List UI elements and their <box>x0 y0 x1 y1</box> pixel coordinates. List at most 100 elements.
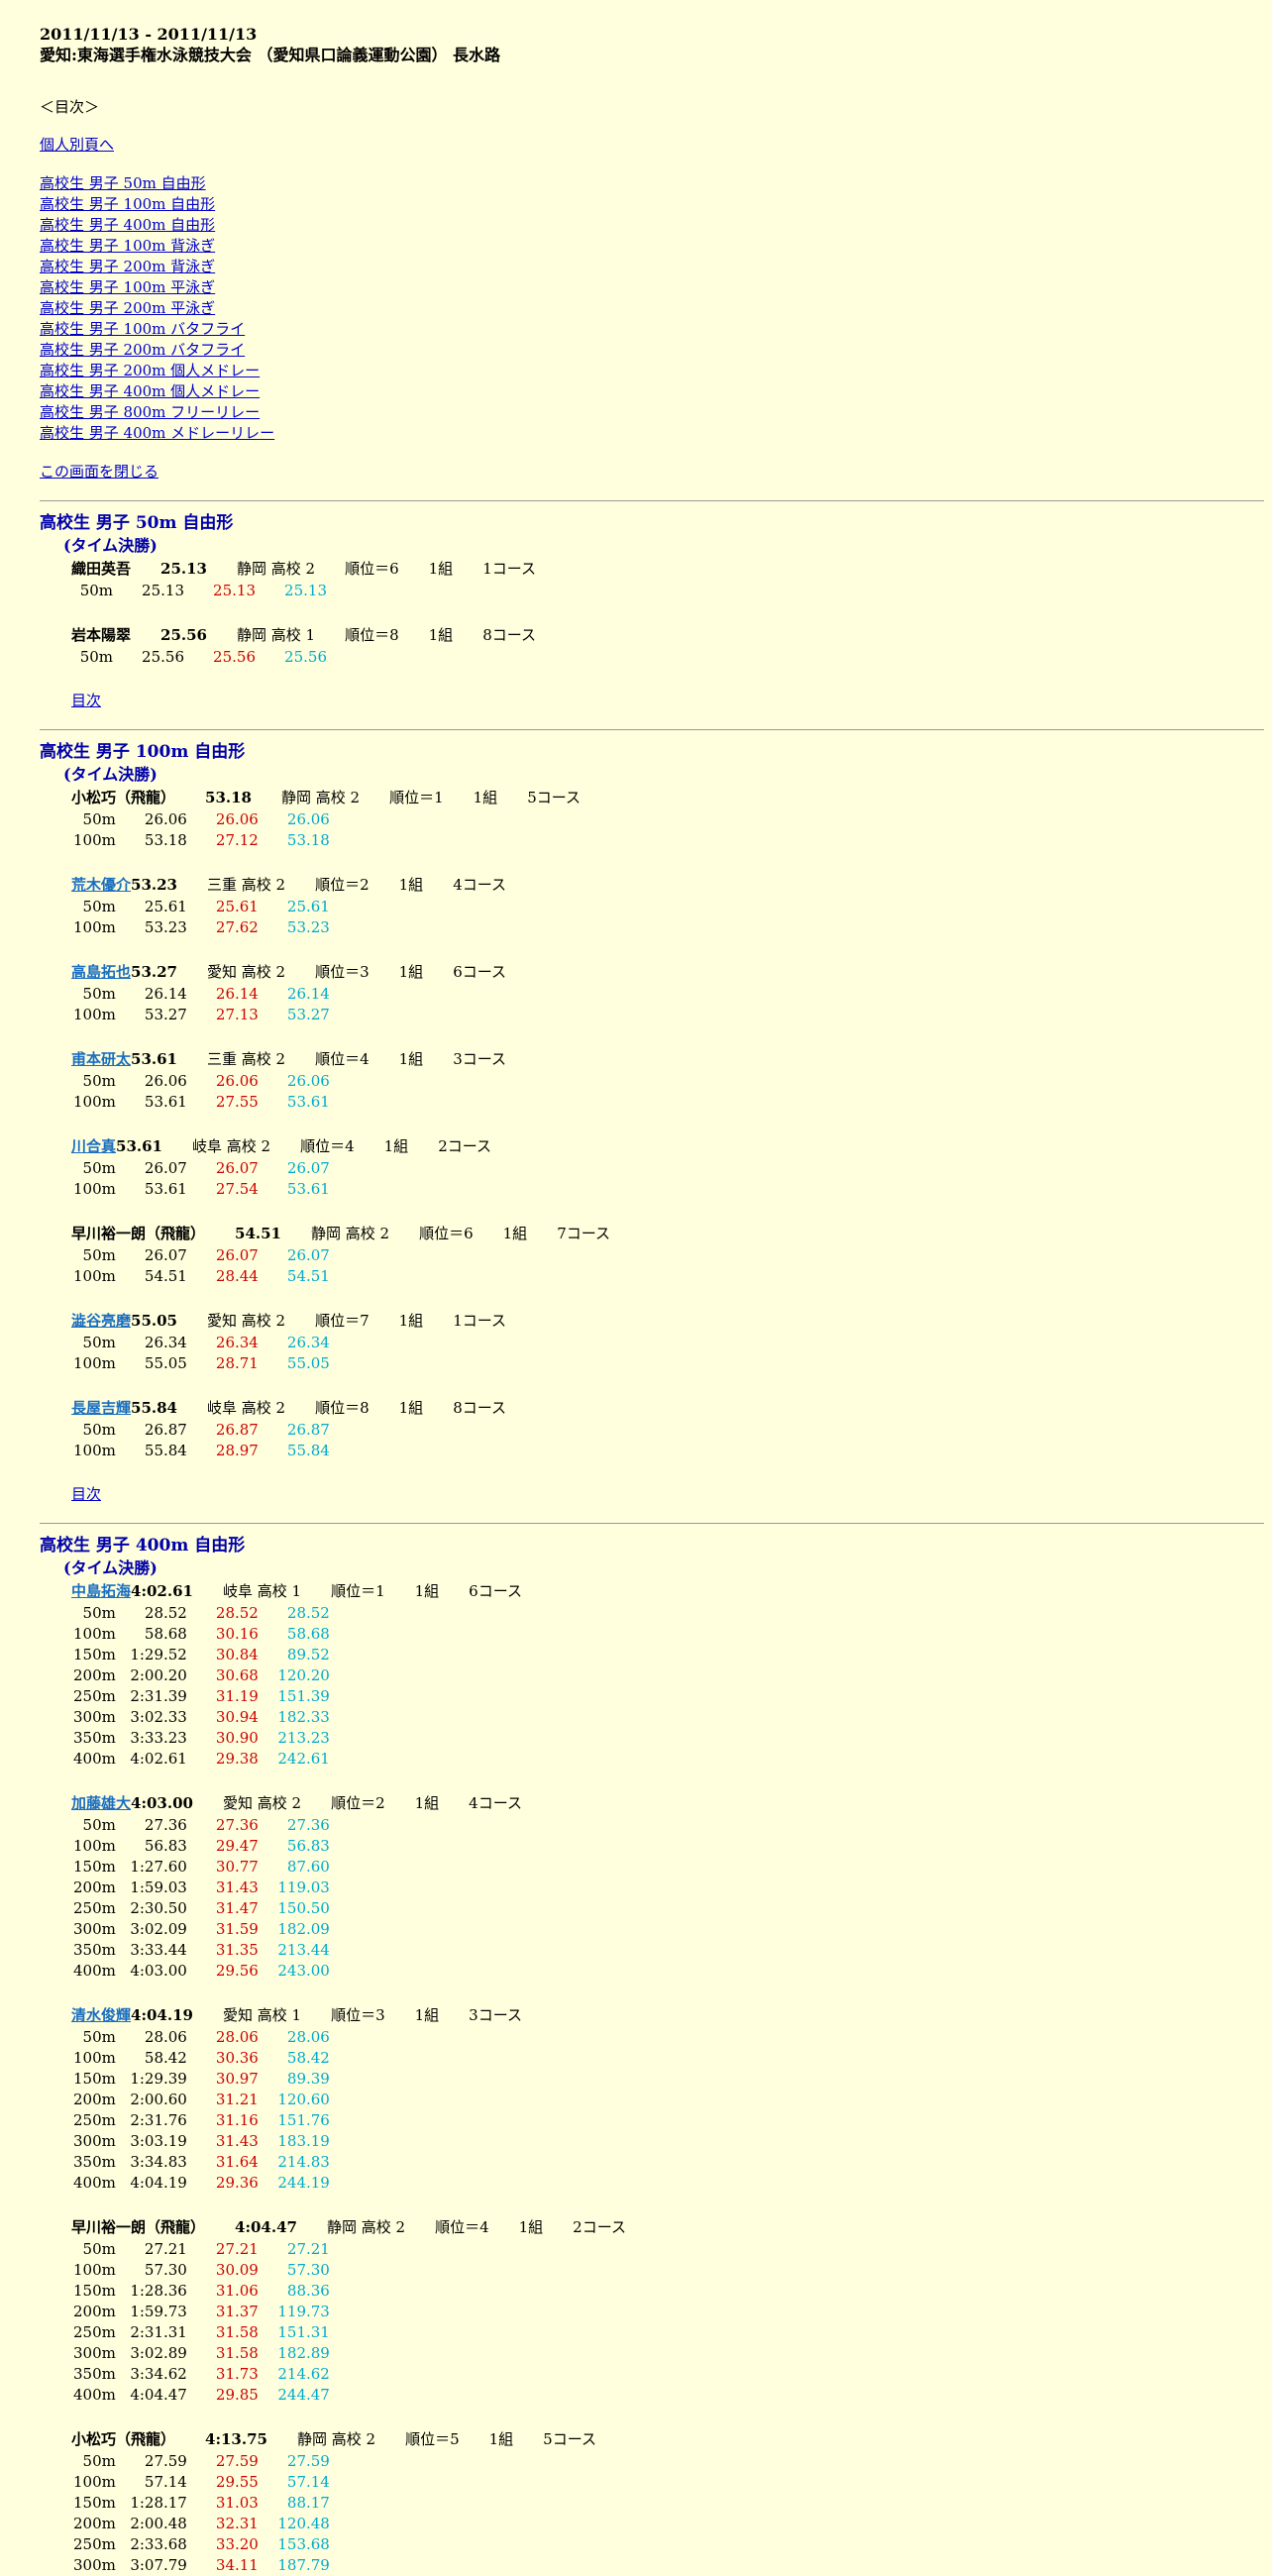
swimmer-info: 織田英吾 25.13 静岡 高校 2 順位＝6 1組 1コース <box>71 557 1262 581</box>
heat: 1組 <box>398 1312 424 1330</box>
toc-event-link[interactable]: 高校生 男子 400m 個人メドレー <box>40 381 1262 402</box>
lane: 4コース <box>469 1794 522 1812</box>
toc-event-link[interactable]: 高校生 男子 200m バタフライ <box>40 340 1262 361</box>
swimmer-name[interactable]: 高島拓也 <box>71 963 131 981</box>
split-distance: 150m <box>73 2070 116 2088</box>
split-time: 27.59 <box>144 2452 187 2470</box>
split-distance: 200m <box>73 1878 116 1896</box>
swimmer-name[interactable]: 荒木優介 <box>71 876 131 894</box>
split-row: 200m 1:59.73 31.37 119.73 <box>73 2302 330 2322</box>
split-time: 2:31.76 <box>130 2111 187 2129</box>
rank: 順位＝6 <box>419 1225 474 1242</box>
toc-event-link[interactable]: 高校生 男子 200m 平泳ぎ <box>40 298 1262 319</box>
toc-event-link[interactable]: 高校生 男子 100m バタフライ <box>40 319 1262 340</box>
split-distance: 250m <box>73 2323 116 2341</box>
individual-page-link[interactable]: 個人別頁へ <box>40 135 1262 156</box>
toc-event-link[interactable]: 高校生 男子 200m 背泳ぎ <box>40 257 1262 277</box>
split-distance: 350m <box>73 1729 116 1747</box>
toc-event-link[interactable]: 高校生 男子 100m 平泳ぎ <box>40 277 1262 298</box>
lap-time: 25.56 <box>213 648 256 666</box>
cumulative-seconds: 53.61 <box>286 1093 330 1111</box>
toc-event-link[interactable]: 高校生 男子 100m 自由形 <box>40 194 1262 215</box>
split-time: 3:34.83 <box>130 2153 187 2171</box>
split-distance: 50m <box>82 2028 116 2046</box>
cumulative-seconds: 26.34 <box>286 1334 330 1351</box>
cumulative-seconds: 182.09 <box>277 1920 330 1938</box>
toc-event-link[interactable]: 高校生 男子 100m 背泳ぎ <box>40 236 1262 257</box>
split-time: 3:34.62 <box>130 2365 187 2383</box>
toc-event-link[interactable]: 高校生 男子 50m 自由形 <box>40 173 1262 194</box>
lap-time: 26.34 <box>215 1334 259 1351</box>
lap-time: 26.14 <box>215 985 259 1003</box>
cumulative-seconds: 120.20 <box>277 1666 330 1684</box>
section-divider <box>40 1523 1264 1524</box>
rank: 順位＝2 <box>331 1794 385 1812</box>
split-time: 3:03.19 <box>130 2132 187 2150</box>
split-time: 27.21 <box>144 2240 187 2258</box>
split-distance: 50m <box>82 1421 116 1439</box>
cumulative-seconds: 27.59 <box>286 2452 330 2470</box>
lap-time: 31.37 <box>215 2303 259 2320</box>
swimmer-name[interactable]: 長屋吉輝 <box>71 1399 131 1417</box>
lane: 3コース <box>453 1050 506 1068</box>
split-row: 50m 26.07 26.07 26.07 <box>73 1245 330 1266</box>
cumulative-seconds: 150.50 <box>277 1899 330 1917</box>
swimmer-name[interactable]: 清水俊輝 <box>71 2006 131 2024</box>
close-window-link[interactable]: この画面を閉じる <box>40 462 1262 483</box>
lane: 2コース <box>573 2218 626 2236</box>
split-time: 27.36 <box>144 1816 187 1834</box>
split-distance: 50m <box>82 1604 116 1622</box>
back-to-toc-link[interactable]: 目次 <box>71 692 101 709</box>
lap-time: 30.94 <box>215 1708 259 1726</box>
split-row: 100m 58.68 30.16 58.68 <box>73 1624 330 1645</box>
swimmer-name[interactable]: 加藤雄大 <box>71 1794 131 1812</box>
split-time: 1:29.52 <box>130 1646 187 1664</box>
swimmer-name[interactable]: 川合真 <box>71 1137 116 1155</box>
split-time: 55.05 <box>144 1354 187 1372</box>
swimmer-name[interactable]: 澁谷亮磨 <box>71 1312 131 1330</box>
lap-time: 28.06 <box>215 2028 259 2046</box>
toc-event-link[interactable]: 高校生 男子 800m フリーリレー <box>40 402 1262 423</box>
split-distance: 350m <box>73 1941 116 1959</box>
cumulative-seconds: 120.60 <box>277 2091 330 2108</box>
lap-time: 29.56 <box>215 1962 259 1980</box>
results-page: 2011/11/13 - 2011/11/13 愛知:東海選手権水泳競技大会 （… <box>0 0 1272 2576</box>
cumulative-seconds: 26.06 <box>286 1072 330 1090</box>
split-table: 50m 27.21 27.21 27.21 100m 57.30 30.09 57.30 150… <box>73 2239 330 2406</box>
split-time: 1:59.73 <box>130 2303 187 2320</box>
split-distance: 100m <box>73 831 116 849</box>
split-distance: 100m <box>73 1837 116 1855</box>
split-time: 26.87 <box>144 1421 187 1439</box>
lap-time: 26.06 <box>215 810 259 828</box>
lap-time: 31.19 <box>215 1687 259 1705</box>
heat: 1組 <box>414 1582 440 1600</box>
final-time: 55.05 <box>131 1312 177 1330</box>
lap-time: 30.90 <box>215 1729 259 1747</box>
team-grade: 岐阜 高校 2 <box>207 1399 286 1417</box>
back-to-toc-link[interactable]: 目次 <box>71 1485 101 1503</box>
swimmer-name[interactable]: 中島拓海 <box>71 1582 131 1600</box>
cumulative-seconds: 53.61 <box>286 1180 330 1198</box>
lap-time: 29.47 <box>215 1837 259 1855</box>
swimmer-name: 小松巧（飛龍） <box>71 2430 176 2448</box>
split-distance: 400m <box>73 1962 116 1980</box>
toc-event-link[interactable]: 高校生 男子 400m 自由形 <box>40 215 1262 236</box>
toc-event-link[interactable]: 高校生 男子 200m 個人メドレー <box>40 361 1262 381</box>
team-grade: 愛知 高校 2 <box>207 963 286 981</box>
swimmer-entry: 長屋吉輝55.84 岐阜 高校 2 順位＝8 1組 8コース 50m 26.87 26.87 2… <box>71 1396 1262 1461</box>
heat: 1組 <box>398 1399 424 1417</box>
final-time: 53.27 <box>131 963 177 981</box>
swimmer-info: 岩本陽翠 25.56 静岡 高校 1 順位＝8 1組 8コース <box>71 623 1262 647</box>
lap-time: 31.64 <box>215 2153 259 2171</box>
split-distance: 50m <box>82 2452 116 2470</box>
toc-event-link[interactable]: 高校生 男子 400m メドレーリレー <box>40 423 1262 444</box>
lap-time: 29.36 <box>215 2174 259 2192</box>
final-time: 25.56 <box>160 626 207 644</box>
event-title: 高校生 男子 100m 自由形 <box>40 742 246 762</box>
split-row: 250m 2:31.39 31.19 151.39 <box>73 1686 330 1707</box>
swimmer-entry: 甫本研太53.61 三重 高校 2 順位＝4 1組 3コース 50m 26.06 26.06 2… <box>71 1047 1262 1113</box>
cumulative-seconds: 28.06 <box>286 2028 330 2046</box>
lap-time: 25.61 <box>215 898 259 915</box>
cumulative-seconds: 213.23 <box>277 1729 330 1747</box>
swimmer-name[interactable]: 甫本研太 <box>71 1050 131 1068</box>
